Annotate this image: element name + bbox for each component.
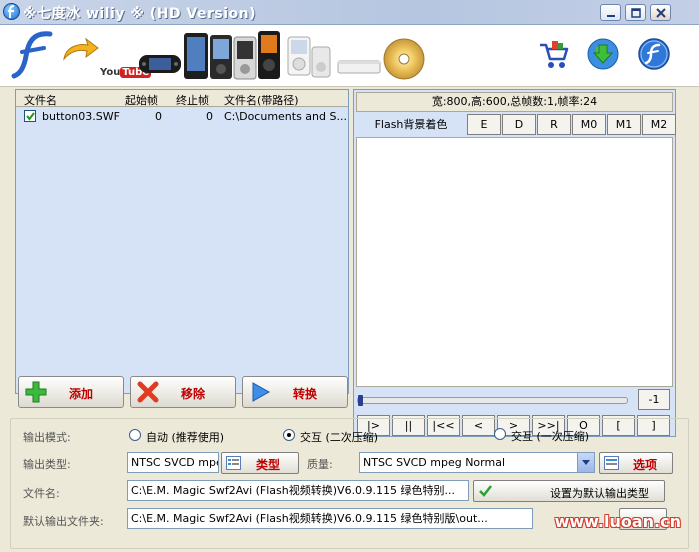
filename-field[interactable]: C:\E.M. Magic Swf2Avi (Flash视频转换)V6.0.9.… [127,480,469,501]
psp-icon [138,53,182,78]
type-button[interactable]: 类型 [221,452,299,474]
phones-icon [182,29,282,86]
options-button[interactable]: 选项 [599,452,673,474]
movie-info: 宽:800,高:600,总帧数:1,帧率:24 [356,92,673,112]
add-button[interactable]: 添加 [18,376,124,408]
arrow-icon [60,35,100,68]
mode-button-e[interactable]: E [467,114,501,135]
cart-icon[interactable] [538,39,570,74]
type-button-label: 类型 [256,458,281,472]
preview-canvas[interactable] [356,137,673,387]
toolbar: You Tube [0,25,699,87]
convert-button[interactable]: 转换 [242,376,348,408]
file-start-frame: 0 [155,110,162,123]
radio-interactive-2pass-label[interactable]: 交互 (二次压缩) [300,429,378,445]
quality-select[interactable]: NTSC SVCD mpeg Normal [359,452,595,473]
file-list[interactable]: 文件名 起始帧 终止帧 文件名(带路径) button03.SWF 0 0 C:… [15,89,349,394]
options-button-label: 选项 [633,458,658,472]
file-list-header: 文件名 起始帧 终止帧 文件名(带路径) [16,90,348,107]
column-end-frame[interactable]: 终止帧 [176,92,209,108]
mode-button-m1[interactable]: M1 [607,114,641,135]
download-globe-icon[interactable] [586,37,620,74]
set-default-output-label: 设置为默认输出类型 [550,487,649,500]
set-default-output-button[interactable]: 设置为默认输出类型 [473,480,665,502]
convert-button-label: 转换 [293,387,318,401]
output-type-label: 输出类型: [23,458,71,471]
dvd-disc-icon [382,37,426,84]
file-name: button03.SWF [42,110,120,123]
watermark: www.luoan.cn [554,512,681,531]
mode-button-d[interactable]: D [502,114,536,135]
radio-auto-label[interactable]: 自动 (推荐使用) [146,429,224,445]
quality-label: 质量: [307,458,333,471]
radio-interactive-2pass[interactable] [283,429,295,441]
play-icon [252,382,271,402]
flash-logo-icon[interactable] [10,30,58,83]
window-title: ※七度冰 wiliy ※ (HD Version) [23,6,256,22]
options-icon [604,456,619,470]
remove-button[interactable]: 移除 [130,376,236,408]
table-row[interactable]: button03.SWF 0 0 C:\Documents and S... [16,108,348,125]
filename-label: 文件名: [23,487,60,500]
plus-icon [25,381,47,403]
file-end-frame: 0 [206,110,213,123]
maximize-button[interactable] [625,4,646,21]
list-icon [226,456,241,470]
output-mode-label: 输出模式: [23,431,71,444]
chevron-down-icon[interactable] [577,453,594,472]
file-path: C:\Documents and S... [224,110,347,123]
app-icon [3,3,20,20]
mode-button-m0[interactable]: M0 [572,114,606,135]
column-start-frame[interactable]: 起始帧 [125,92,158,108]
ipod-icon [286,35,334,82]
default-folder-label: 默认输出文件夹: [23,515,104,528]
column-full-path[interactable]: 文件名(带路径) [224,92,299,108]
radio-interactive-1pass[interactable] [494,428,506,440]
output-type-field[interactable]: NTSC SVCD mpeg Normal [127,452,219,473]
radio-auto[interactable] [129,429,141,441]
frame-slider-thumb[interactable] [358,395,363,406]
check-icon [479,485,492,497]
minimize-button[interactable] [600,4,621,21]
close-button[interactable] [650,4,671,21]
mode-button-m2[interactable]: M2 [642,114,676,135]
client-area: You Tube 文件名 起始帧 终止帧 文件名(带路径) button03.S… [0,25,699,552]
add-button-label: 添加 [69,387,94,401]
quality-select-value: NTSC SVCD mpeg Normal [363,456,506,469]
column-filename[interactable]: 文件名 [24,92,57,108]
radio-interactive-1pass-label[interactable]: 交互 (一次压缩) [511,428,589,444]
x-icon [137,381,159,403]
default-folder-field[interactable]: C:\E.M. Magic Swf2Avi (Flash视频转换)V6.0.9.… [127,508,533,529]
file-checkbox[interactable] [24,110,36,122]
title-bar: ※七度冰 wiliy ※ (HD Version) [0,0,699,25]
remove-button-label: 移除 [181,387,206,401]
appletv-icon [336,57,382,78]
mode-button-r[interactable]: R [537,114,571,135]
flash-bg-color-button[interactable]: Flash背景着色 [356,114,466,135]
frame-counter[interactable]: -1 [638,389,670,410]
flash-circle-icon[interactable] [637,37,671,74]
mode-row: Flash背景着色 E D R M0 M1 M2 [356,114,676,135]
preview-panel: 宽:800,高:600,总帧数:1,帧率:24 Flash背景着色 E D R … [353,89,676,437]
frame-slider[interactable] [357,395,628,406]
